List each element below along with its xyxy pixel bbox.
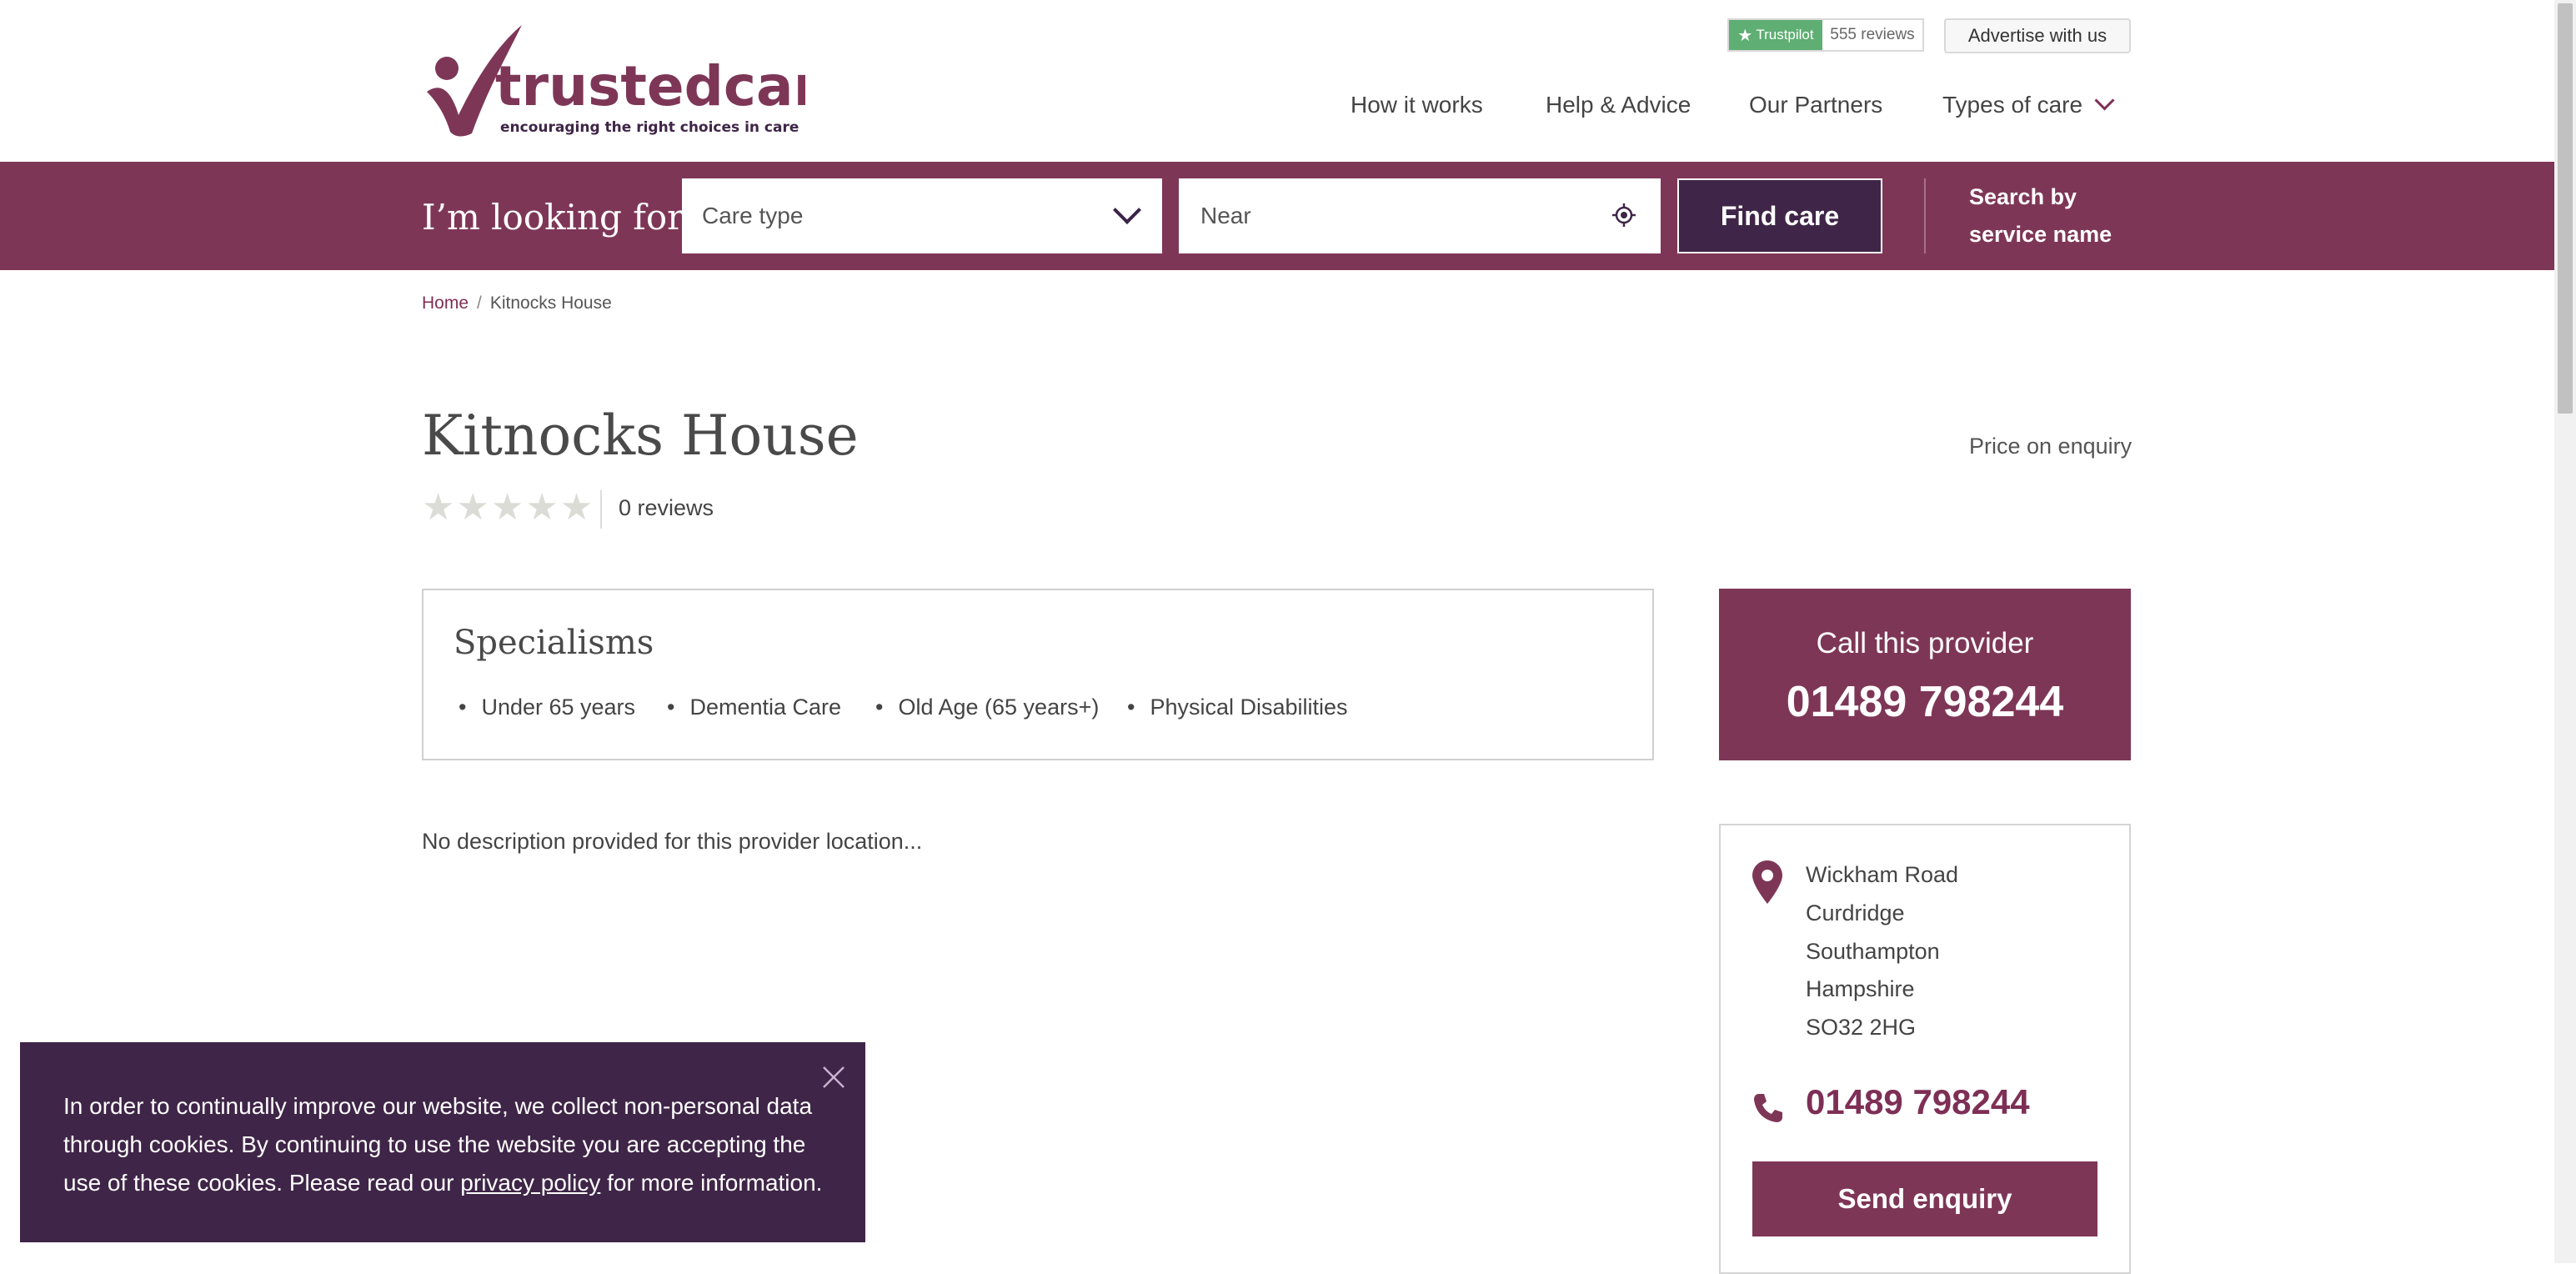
- privacy-policy-link[interactable]: privacy policy: [460, 1170, 600, 1196]
- call-provider-box[interactable]: Call this provider 01489 798244: [1719, 589, 2131, 760]
- specialism-item: Physical Disabilities: [1127, 695, 1347, 720]
- chevron-down-icon: [1113, 196, 1141, 224]
- page-title: Kitnocks House: [422, 404, 859, 468]
- find-care-button[interactable]: Find care: [1677, 178, 1882, 253]
- star-icon: ★: [490, 487, 524, 528]
- star-icon: ★: [422, 487, 455, 528]
- logo-tagline: encouraging the right choices in care: [500, 119, 799, 136]
- specialisms-box: [422, 589, 1654, 760]
- nav-types-of-care-label: Types of care: [1942, 92, 2083, 118]
- address-line: Wickham Road: [1806, 862, 1959, 887]
- nav-help-advice[interactable]: Help & Advice: [1546, 92, 1691, 118]
- breadcrumb-separator: /: [477, 293, 482, 313]
- rating-stars: ★ ★ ★ ★ ★: [422, 489, 594, 527]
- trustedcare-logo[interactable]: trustedcare encouraging the right choice…: [422, 25, 805, 142]
- price-label: Price on enquiry: [1969, 434, 2132, 459]
- map-pin-icon: [1752, 860, 1782, 904]
- search-heading: I’m looking for: [422, 197, 684, 238]
- star-icon: ★: [559, 487, 594, 528]
- provider-description: No description provided for this provide…: [422, 829, 923, 854]
- logo-graphic: trustedcare encouraging the right choice…: [427, 25, 805, 137]
- address-line: SO32 2HG: [1806, 1015, 1917, 1040]
- cookie-banner: In order to continually improve our webs…: [20, 1042, 865, 1242]
- breadcrumb: Home / Kitnocks House: [422, 293, 612, 313]
- star-icon: ★: [525, 487, 559, 528]
- specialisms-title: Specialisms: [454, 624, 654, 662]
- trustpilot-label: Trustpilot: [1756, 27, 1814, 43]
- advertise-button[interactable]: Advertise with us: [1944, 18, 2131, 53]
- send-enquiry-button[interactable]: Send enquiry: [1752, 1161, 2097, 1236]
- trustpilot-badge[interactable]: ★ Trustpilot 555 reviews: [1727, 18, 1924, 52]
- specialism-item: Old Age (65 years+): [875, 695, 1099, 720]
- address-line: Curdridge: [1806, 900, 1905, 925]
- specialism-item: Under 65 years: [459, 695, 635, 720]
- specialism-item: Dementia Care: [667, 695, 841, 720]
- search-divider: [1924, 178, 1926, 253]
- address-line: Southampton: [1806, 939, 1940, 964]
- nav-how-it-works[interactable]: How it works: [1351, 92, 1483, 118]
- near-placeholder: Near: [1200, 203, 1251, 228]
- search-by-service-name-link[interactable]: Search by service name: [1969, 178, 2136, 253]
- nav-types-of-care[interactable]: Types of care: [1942, 90, 2115, 118]
- locate-icon[interactable]: [1612, 203, 1636, 227]
- cookie-text: In order to continually improve our webs…: [63, 1087, 839, 1202]
- breadcrumb-current: Kitnocks House: [489, 293, 612, 313]
- call-provider-label: Call this provider: [1816, 627, 2034, 660]
- address-phone-number[interactable]: 01489 798244: [1806, 1082, 2030, 1122]
- address-line: Hampshire: [1806, 976, 1915, 1001]
- scrollbar-thumb[interactable]: [2558, 3, 2573, 414]
- phone-icon: [1754, 1094, 1782, 1122]
- trustpilot-review-count: 555 reviews: [1830, 26, 1915, 43]
- star-icon: ★: [456, 487, 489, 528]
- breadcrumb-home[interactable]: Home: [422, 293, 469, 313]
- chevron-down-icon: [2094, 90, 2115, 111]
- trustpilot-star-icon: ★: [1737, 26, 1753, 45]
- care-type-select[interactable]: Care type: [682, 178, 1162, 253]
- rating-divider: [600, 490, 602, 529]
- trustpilot-logo: ★ Trustpilot: [1729, 20, 1822, 50]
- logo-brand: trustedcare: [495, 54, 805, 118]
- nav-our-partners[interactable]: Our Partners: [1749, 92, 1882, 118]
- site-header: trustedcare encouraging the right choice…: [0, 0, 2554, 162]
- call-provider-number[interactable]: 01489 798244: [1719, 677, 2131, 727]
- near-input[interactable]: Near: [1179, 178, 1661, 253]
- review-count[interactable]: 0 reviews: [619, 495, 714, 521]
- care-type-placeholder: Care type: [702, 203, 804, 228]
- cookie-text-after: for more information.: [600, 1170, 823, 1196]
